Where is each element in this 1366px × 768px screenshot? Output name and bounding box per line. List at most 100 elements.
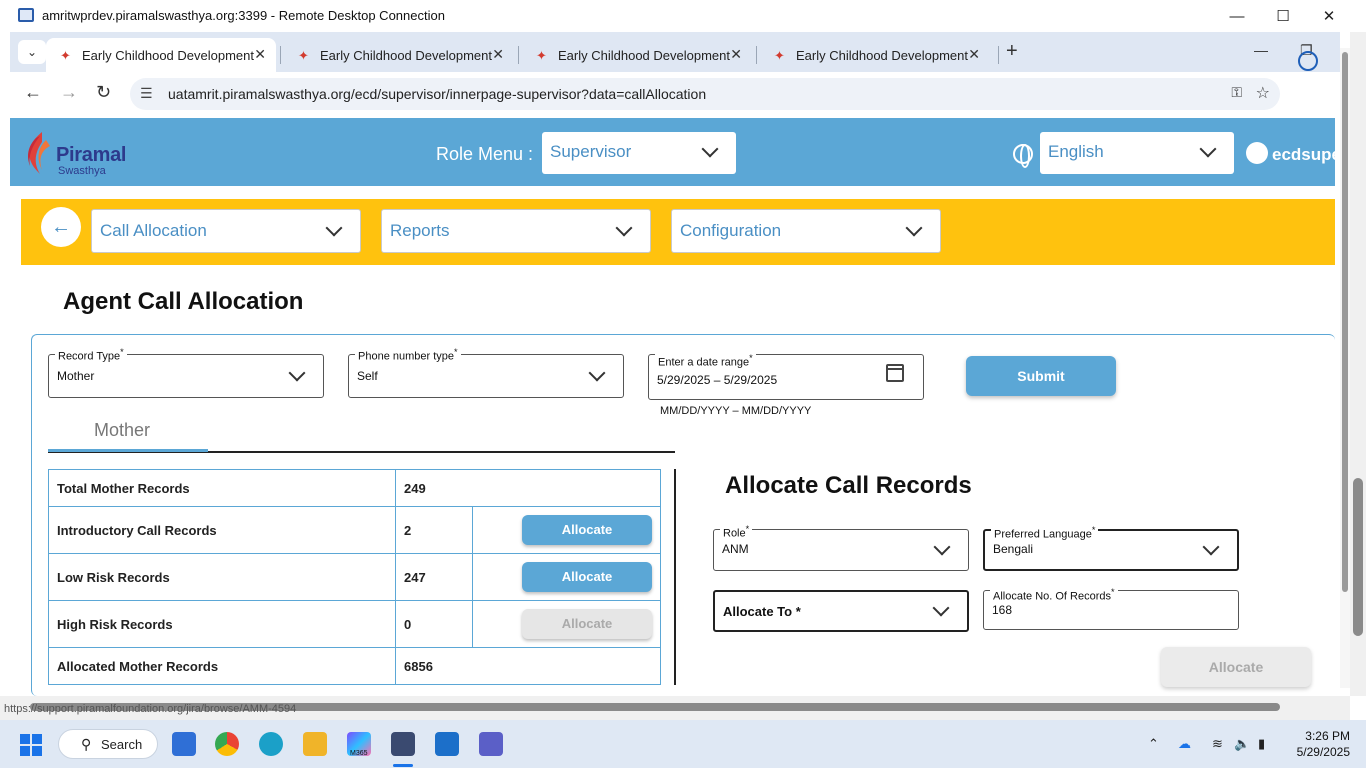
remote-desktop-app-icon[interactable] xyxy=(391,732,415,756)
file-explorer-icon[interactable] xyxy=(303,732,327,756)
role-dropdown[interactable]: Role* ANM xyxy=(713,524,969,571)
store-app-icon[interactable] xyxy=(172,732,196,756)
record-type-select[interactable]: Record Type* Mother xyxy=(48,347,324,398)
tab-mother[interactable]: Mother xyxy=(94,420,150,441)
browser-tab[interactable]: ✦ Early Childhood Development ✕ xyxy=(760,38,990,72)
reload-icon[interactable]: ↻ xyxy=(96,82,111,103)
allocate-records-button[interactable]: Allocate xyxy=(1161,647,1311,687)
browser-scroll-thumb[interactable] xyxy=(1342,52,1348,592)
allocate-introductory-button[interactable]: Allocate xyxy=(522,515,652,545)
piramal-logo-icon xyxy=(28,132,50,174)
maximize-icon[interactable]: ☐ xyxy=(1260,4,1306,28)
taskbar-clock[interactable]: 3:26 PM 5/29/2025 xyxy=(1290,728,1350,760)
teams-app-icon[interactable] xyxy=(479,732,503,756)
back-button[interactable]: ← xyxy=(41,207,81,247)
chevron-down-icon xyxy=(588,364,606,382)
row-value: 247 xyxy=(395,553,473,601)
tab-close-icon[interactable]: ✕ xyxy=(730,46,742,63)
role-menu-label: Role Menu : xyxy=(436,144,534,164)
browser-tab[interactable]: ✦ Early Childhood Development ✕ xyxy=(284,38,514,72)
language-select[interactable]: English xyxy=(1040,132,1234,174)
row-value: 0 xyxy=(395,600,473,648)
taskbar: ⚲ Search M365 ⌃ ☁ ≋ 🔈 ▮ 3:26 PM 5/29/202… xyxy=(0,720,1366,768)
piramal-favicon-icon: ✦ xyxy=(774,48,785,63)
browser-tab[interactable]: ✦ Early Childhood Development ✕ xyxy=(46,38,276,72)
address-bar[interactable]: ☰ uatamrit.piramalswasthya.org/ecd/super… xyxy=(130,78,1280,110)
tab-title: Early Childhood Development xyxy=(320,47,492,63)
allocate-count-label: Allocate No. Of Records* xyxy=(990,587,1118,603)
m365-label: M365 xyxy=(350,750,368,757)
tab-search-button[interactable]: ⌄ xyxy=(18,40,46,64)
submit-button[interactable]: Submit xyxy=(966,356,1116,396)
username[interactable]: ecdsupe xyxy=(1272,145,1341,165)
forward-arrow-icon[interactable]: → xyxy=(60,82,78,103)
edge-app-icon[interactable] xyxy=(259,732,283,756)
allocate-count-input[interactable]: Allocate No. Of Records* 168 xyxy=(983,587,1239,630)
piramal-favicon-icon: ✦ xyxy=(536,48,547,63)
notepad-app-icon[interactable] xyxy=(435,732,459,756)
bookmark-star-icon[interactable]: ☆ xyxy=(1256,83,1270,103)
menu-reports[interactable]: Reports xyxy=(381,209,651,253)
rdp-vertical-scroll-thumb[interactable] xyxy=(1353,478,1363,636)
row-label: Total Mother Records xyxy=(48,469,396,507)
volume-icon[interactable]: 🔈 xyxy=(1234,736,1250,752)
address-url[interactable]: uatamrit.piramalswasthya.org/ecd/supervi… xyxy=(168,86,706,102)
piramal-favicon-icon: ✦ xyxy=(60,48,71,63)
browser-profile-icon[interactable] xyxy=(1298,51,1318,71)
tab-active-indicator xyxy=(48,449,208,452)
tab-title: Early Childhood Development xyxy=(796,47,968,63)
minimize-icon[interactable]: — xyxy=(1214,4,1260,28)
date-range-value: 5/29/2025 – 5/29/2025 xyxy=(657,373,778,387)
chevron-down-icon xyxy=(932,599,950,617)
brand-name: Piramal xyxy=(56,144,127,166)
records-table: Total Mother Records 249 Introductory Ca… xyxy=(48,469,661,685)
chevron-down-icon xyxy=(288,364,306,382)
tab-title: Early Childhood Development xyxy=(82,47,254,63)
chevron-down-icon xyxy=(905,219,923,237)
tab-close-icon[interactable]: ✕ xyxy=(968,46,980,63)
app-header: Piramal Swasthya Role Menu : Supervisor … xyxy=(10,118,1341,188)
row-label: Introductory Call Records xyxy=(48,506,396,554)
preferred-language-dropdown[interactable]: Preferred Language* Bengali xyxy=(983,525,1239,571)
record-type-label: Record Type* xyxy=(55,347,127,363)
back-arrow-icon[interactable]: ← xyxy=(24,82,42,103)
wifi-icon[interactable]: ≋ xyxy=(1212,736,1223,752)
battery-icon[interactable]: ▮ xyxy=(1258,736,1265,752)
onedrive-icon[interactable]: ☁ xyxy=(1178,736,1191,752)
tab-close-icon[interactable]: ✕ xyxy=(492,46,504,63)
user-avatar-icon[interactable] xyxy=(1246,142,1268,164)
allocate-low-risk-button[interactable]: Allocate xyxy=(522,562,652,592)
chevron-down-icon xyxy=(1199,140,1217,158)
browser-minimize-icon[interactable]: — xyxy=(1254,42,1268,58)
table-row: Allocated Mother Records 6856 xyxy=(48,647,661,685)
close-icon[interactable]: ✕ xyxy=(1306,4,1352,28)
date-range-input[interactable]: Enter a date range* 5/29/2025 – 5/29/202… xyxy=(648,353,924,400)
site-info-icon[interactable]: ☰ xyxy=(140,85,153,102)
tab-close-icon[interactable]: ✕ xyxy=(254,46,266,63)
menu-label: Reports xyxy=(390,221,450,240)
menu-call-allocation[interactable]: Call Allocation xyxy=(91,209,361,253)
arrow-left-icon: ← xyxy=(51,215,71,238)
allocate-high-risk-button[interactable]: Allocate xyxy=(522,609,652,639)
chevron-up-icon[interactable]: ⌃ xyxy=(1148,736,1159,752)
preferred-language-value: Bengali xyxy=(993,542,1034,556)
menu-configuration[interactable]: Configuration xyxy=(671,209,941,253)
phone-type-select[interactable]: Phone number type* Self xyxy=(348,347,624,398)
menu-label: Configuration xyxy=(680,221,782,240)
calendar-icon[interactable] xyxy=(886,364,904,382)
browser-toolbar: ← → ↻ ☰ uatamrit.piramalswasthya.org/ecd… xyxy=(10,72,1340,116)
windows-start-icon[interactable] xyxy=(20,734,42,756)
tab-separator xyxy=(756,46,757,64)
chrome-app-icon[interactable] xyxy=(215,732,239,756)
allocate-to-dropdown[interactable]: Allocate To * xyxy=(713,590,969,632)
password-key-icon[interactable]: ⚿ xyxy=(1231,84,1242,101)
table-row: High Risk Records 0 Allocate xyxy=(48,600,661,648)
page-title: Agent Call Allocation xyxy=(63,288,304,315)
role-select[interactable]: Supervisor xyxy=(542,132,736,174)
new-tab-icon[interactable]: + xyxy=(1006,40,1018,63)
language-select-value: English xyxy=(1048,142,1104,161)
chevron-down-icon: ⌄ xyxy=(26,45,38,59)
taskbar-search[interactable]: ⚲ Search xyxy=(58,729,158,759)
globe-icon xyxy=(1013,144,1033,168)
browser-tab[interactable]: ✦ Early Childhood Development ✕ xyxy=(522,38,752,72)
